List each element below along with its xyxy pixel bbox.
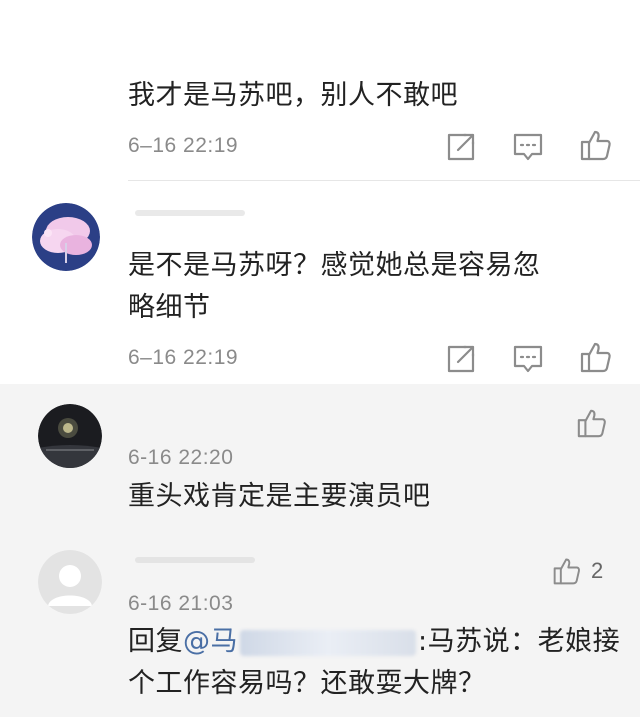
like-count: 2 [591, 558, 604, 583]
like-icon[interactable] [576, 407, 608, 439]
comment-timestamp: 6–16 22:19 [128, 346, 239, 369]
like-icon[interactable] [579, 128, 613, 162]
comment-text: 是不是马苏呀？感觉她总是容易忽 [128, 250, 541, 281]
avatar[interactable] [38, 550, 102, 614]
comment-icon[interactable] [511, 342, 545, 376]
mention-link[interactable]: @马 [183, 626, 418, 657]
share-icon[interactable] [444, 342, 478, 376]
comments-section [0, 0, 640, 384]
avatar[interactable] [32, 203, 100, 271]
username-blurred[interactable] [135, 210, 245, 216]
like-icon[interactable] [579, 340, 613, 374]
reply-text-rest: :马苏说：老娘接 [418, 626, 621, 657]
reply-timestamp: 6-16 22:20 [128, 446, 234, 469]
mention-at: @ [183, 626, 211, 657]
comment-text: 我才是马苏吧，别人不敢吧 [128, 80, 458, 111]
comment-icon[interactable] [511, 130, 545, 164]
share-icon[interactable] [444, 130, 478, 164]
mention-partial: 马 [210, 626, 238, 657]
mention-name-blurred [240, 629, 416, 656]
like-icon[interactable] [552, 556, 582, 586]
reply-text: 回复@马:马苏说：老娘接 [128, 621, 620, 663]
reply-timestamp: 6-16 21:03 [128, 592, 234, 615]
username-blurred[interactable] [135, 557, 255, 563]
reply-prefix: 回复 [128, 626, 183, 657]
divider [128, 180, 640, 181]
comment-timestamp: 6–16 22:19 [128, 134, 239, 157]
avatar[interactable] [38, 404, 102, 468]
comment-text-line2: 略细节 [128, 292, 211, 323]
reply-text-line2: 个工作容易吗？还敢耍大牌？ [128, 668, 486, 699]
reply-text: 重头戏肯定是主要演员吧 [128, 481, 431, 512]
